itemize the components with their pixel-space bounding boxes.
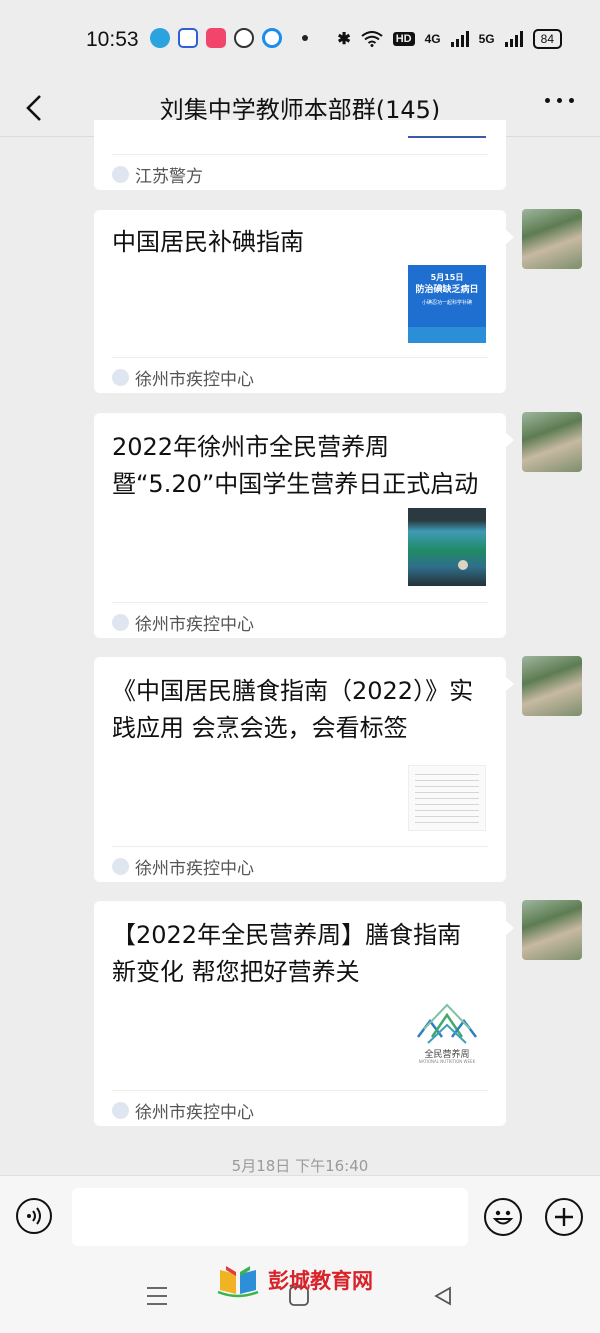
avatar[interactable] xyxy=(522,656,582,716)
signal-icon-2 xyxy=(504,31,523,47)
article-source: 徐州市疾控中心 xyxy=(112,365,254,390)
nutrition-week-logo xyxy=(417,1003,477,1044)
source-icon xyxy=(112,369,129,386)
voice-input-button[interactable] xyxy=(16,1198,52,1234)
article-thumbnail: 全民营养周 NATIONAL NUTRITION WEEK xyxy=(408,997,486,1075)
article-source: 徐州市疾控中心 xyxy=(112,854,254,879)
avatar[interactable] xyxy=(522,900,582,960)
circle-app-icon xyxy=(262,28,282,48)
article-card[interactable]: 【2022年全民营养周】膳食指南新变化 帮您把好营养关 全民营养周 NATION… xyxy=(94,901,506,1126)
article-thumbnail xyxy=(408,765,486,831)
status-bar: 10:53 ✱ HD 4G 5G 84 xyxy=(0,0,600,80)
source-icon xyxy=(112,614,129,631)
article-card[interactable]: 中国居民补碘指南 5月15日 防治碘缺乏病日 小碘忍功一起科学补碘 徐州市疾控中… xyxy=(94,210,506,393)
article-card[interactable]: 江苏警方 xyxy=(94,120,506,190)
emoji-button[interactable] xyxy=(484,1198,522,1236)
menu-nav-icon[interactable] xyxy=(146,1286,168,1306)
app-icon-red xyxy=(206,28,226,48)
message-timestamp: 5月18日 下午16:40 xyxy=(231,1157,369,1175)
source-label: 徐州市疾控中心 xyxy=(135,859,254,879)
article-source: 江苏警方 xyxy=(112,162,203,187)
watermark-text: 彭城教育网 xyxy=(268,1269,373,1293)
source-label: 江苏警方 xyxy=(135,167,203,187)
message-input[interactable] xyxy=(72,1188,468,1246)
source-label: 徐州市疾控中心 xyxy=(135,615,254,635)
source-icon xyxy=(112,858,129,875)
source-label: 徐州市疾控中心 xyxy=(135,370,254,390)
article-headline: 《中国居民膳食指南（2022）》实践应用 会烹会选，会看标签 xyxy=(112,677,474,742)
bluetooth-icon: ✱ xyxy=(337,31,351,48)
source-label: 徐州市疾控中心 xyxy=(135,1103,254,1123)
article-source: 徐州市疾控中心 xyxy=(112,610,254,635)
source-icon xyxy=(112,1102,129,1119)
smiley-icon xyxy=(492,1210,514,1225)
more-options-icon[interactable] xyxy=(545,98,574,103)
input-bar xyxy=(0,1175,600,1261)
article-card[interactable]: 2022年徐州市全民营养周暨“5.20”中国学生营养日正式启动 徐州市疾控中心 xyxy=(94,413,506,638)
logo-subtext: NATIONAL NUTRITION WEEK xyxy=(418,1059,476,1064)
article-thumbnail xyxy=(408,508,486,586)
thumb-line: 防治碘缺乏病日 xyxy=(415,285,479,295)
thumbnail-table-lines xyxy=(415,774,479,824)
status-time: 10:53 xyxy=(86,28,139,51)
network-label-5g: 5G xyxy=(478,32,495,46)
more-notifications-dot xyxy=(302,35,308,41)
article-thumbnail: 5月15日 防治碘缺乏病日 小碘忍功一起科学补碘 xyxy=(408,265,486,343)
hd-badge: HD xyxy=(392,32,415,46)
thumbnail-footer xyxy=(408,327,486,343)
book-logo-icon xyxy=(217,1266,259,1298)
thumb-line: 5月15日 xyxy=(430,273,464,282)
thumbnail-stage-person xyxy=(458,560,468,570)
source-icon xyxy=(112,166,129,183)
card-thumbnail-edge xyxy=(408,136,486,138)
voice-icon xyxy=(27,1207,41,1225)
back-nav-icon[interactable] xyxy=(432,1285,454,1307)
signal-icon xyxy=(450,31,469,47)
article-headline: 【2022年全民营养周】膳食指南新变化 帮您把好营养关 xyxy=(112,921,462,986)
article-headline: 2022年徐州市全民营养周暨“5.20”中国学生营养日正式启动 xyxy=(112,433,479,498)
bubble-tail xyxy=(506,433,514,447)
baidu-icon xyxy=(178,28,198,48)
battery-indicator: 84 xyxy=(532,29,562,49)
wifi-icon xyxy=(361,31,383,47)
avatar[interactable] xyxy=(522,209,582,269)
article-card[interactable]: 《中国居民膳食指南（2022）》实践应用 会烹会选，会看标签 徐州市疾控中心 xyxy=(94,657,506,882)
system-indicators: ✱ HD 4G 5G 84 xyxy=(337,29,562,49)
telegram-icon xyxy=(150,28,170,48)
bubble-tail xyxy=(506,677,514,691)
notification-icons xyxy=(150,28,308,48)
chat-icon xyxy=(234,28,254,48)
article-headline: 中国居民补碘指南 xyxy=(112,228,304,256)
bubble-tail xyxy=(506,921,514,935)
bubble-tail xyxy=(506,230,514,244)
thumb-line: 小碘忍功一起科学补碘 xyxy=(421,300,472,306)
thumbnail-text: 5月15日 防治碘缺乏病日 小碘忍功一起科学补碘 xyxy=(408,271,486,310)
article-source: 徐州市疾控中心 xyxy=(112,1098,254,1123)
avatar[interactable] xyxy=(522,412,582,472)
more-functions-button[interactable] xyxy=(545,1198,583,1236)
network-label-4g: 4G xyxy=(424,32,441,46)
plus-icon xyxy=(555,1208,573,1226)
site-watermark: 彭城教育网 xyxy=(216,1262,373,1298)
